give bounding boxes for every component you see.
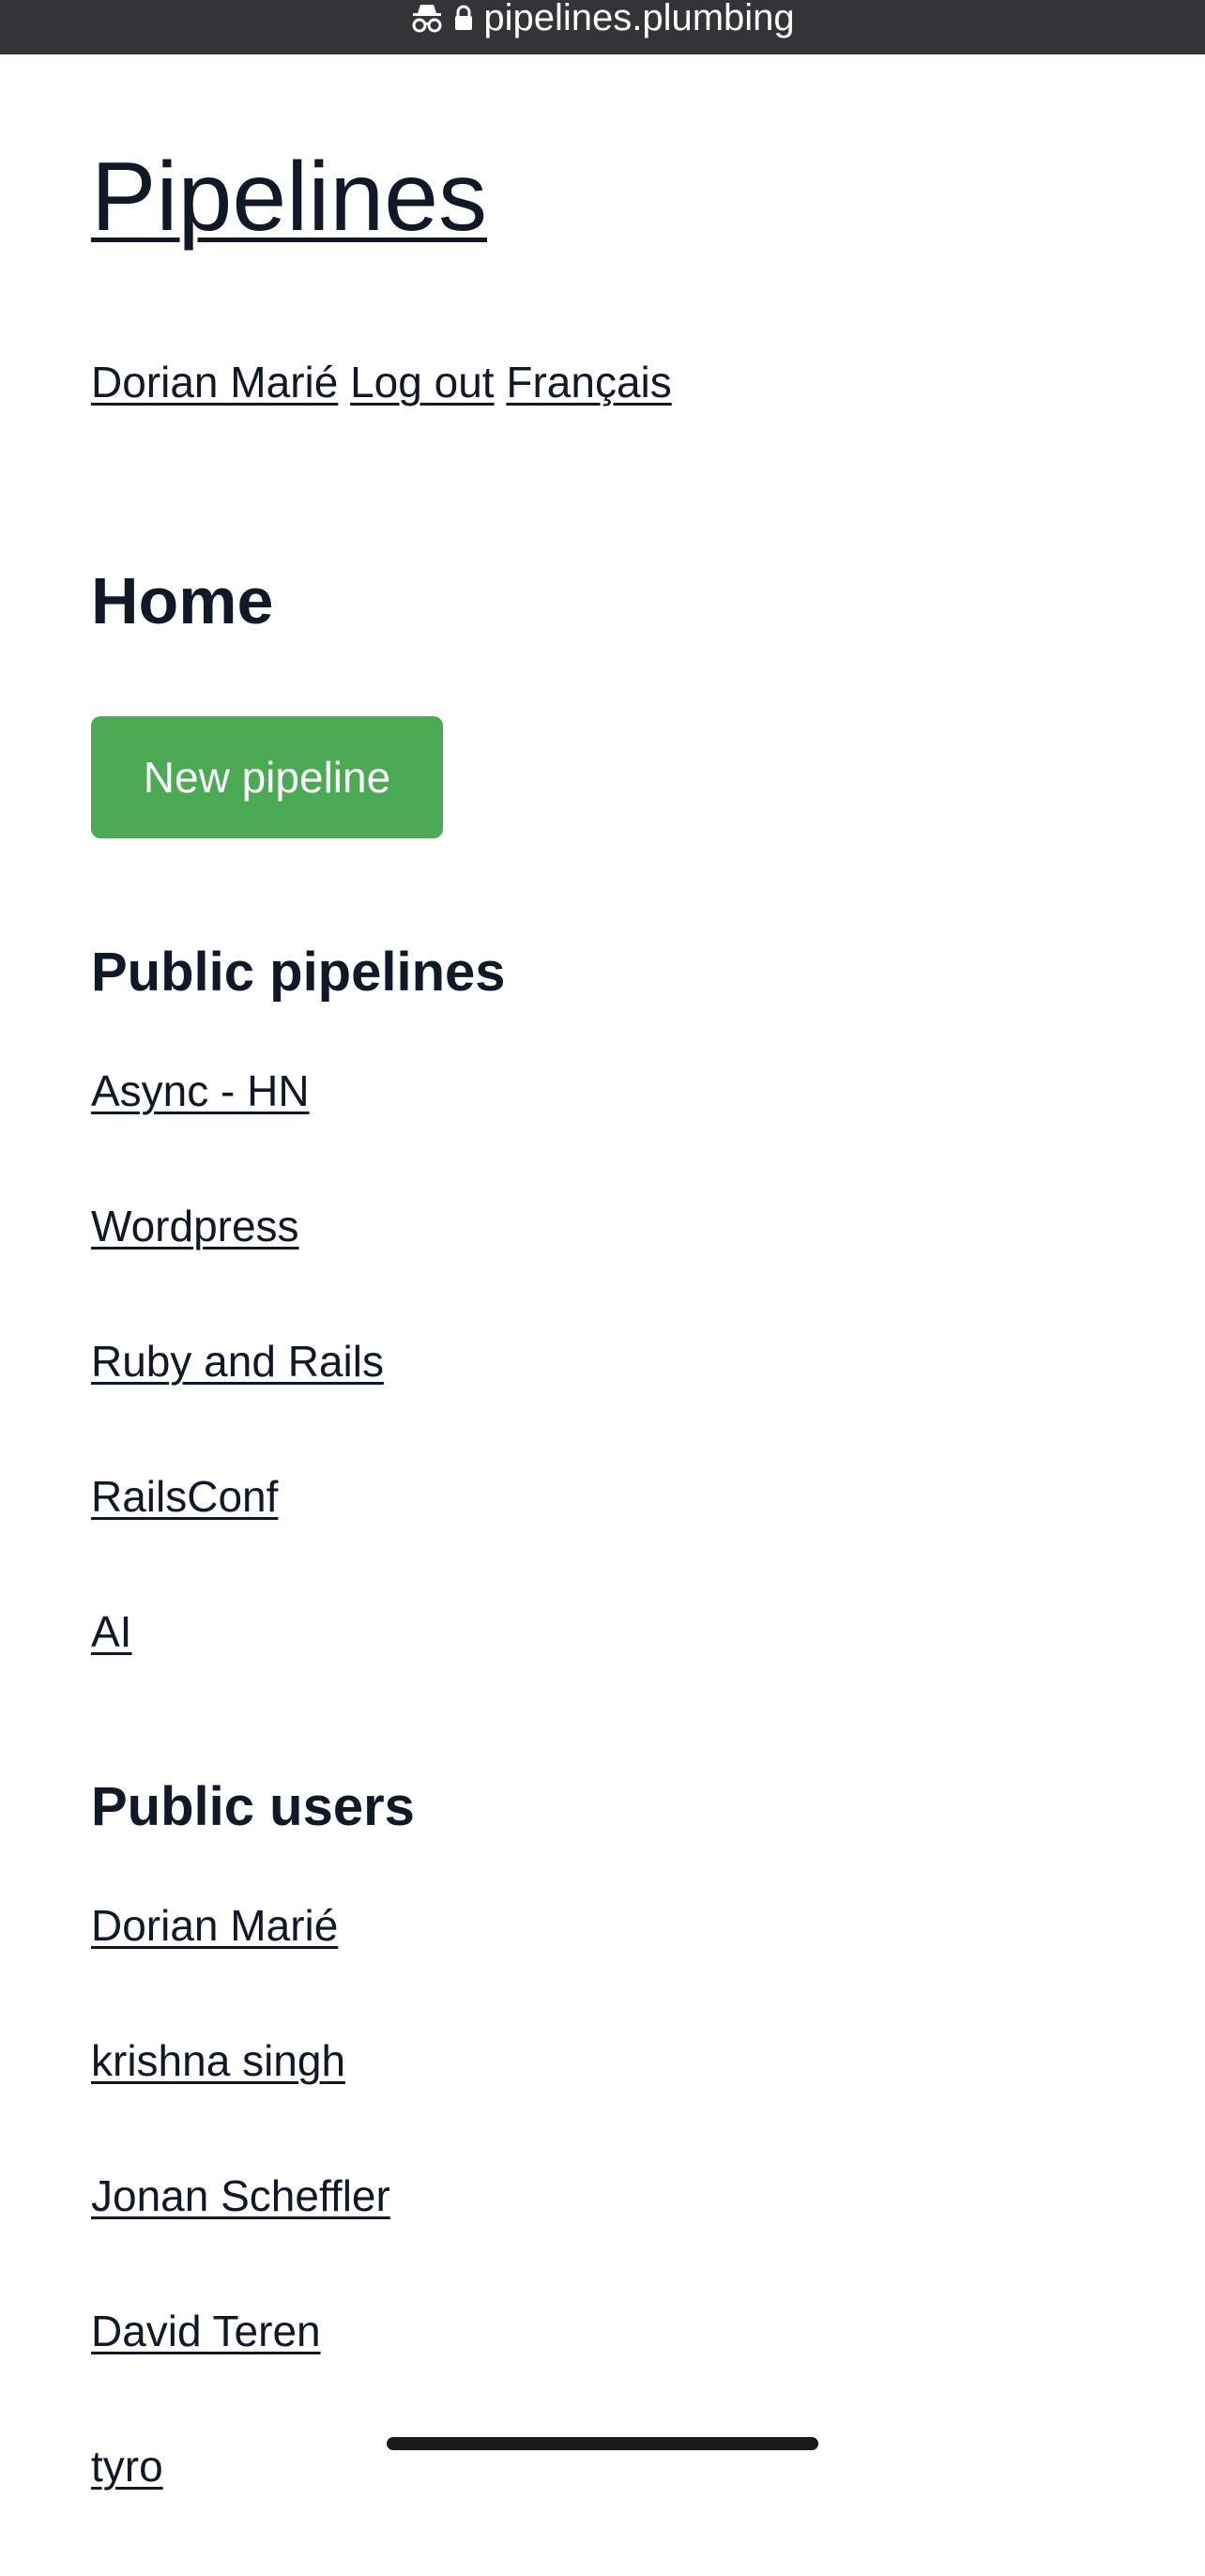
public-pipelines-list: Async - HN Wordpress Ruby and Rails Rail… xyxy=(91,1066,384,1741)
incognito-icon xyxy=(410,2,444,34)
url-text[interactable]: pipelines.plumbing xyxy=(483,0,794,37)
user-link[interactable]: Dorian Marié xyxy=(91,1901,338,1950)
pipeline-link[interactable]: AI xyxy=(91,1607,131,1656)
new-pipeline-button[interactable]: New pipeline xyxy=(91,716,443,838)
list-item: Dorian Marié xyxy=(91,1900,390,2035)
current-user-link[interactable]: Dorian Marié xyxy=(91,358,338,406)
user-link[interactable]: krishna singh xyxy=(91,2036,345,2085)
language-switch-link[interactable]: Français xyxy=(506,358,671,406)
public-users-heading: Public users xyxy=(91,1776,415,1837)
public-users-list: Dorian Marié krishna singh Jonan Scheffl… xyxy=(91,1900,390,2576)
page-title: Home xyxy=(91,564,274,637)
user-link[interactable]: David Teren xyxy=(91,2307,321,2355)
list-item: RailsConf xyxy=(91,1471,384,1606)
pipeline-link[interactable]: RailsConf xyxy=(91,1472,278,1521)
list-item: krishna singh xyxy=(91,2035,390,2170)
list-item: Async - HN xyxy=(91,1066,384,1201)
browser-address-bar[interactable]: pipelines.plumbing xyxy=(0,0,1205,54)
user-link[interactable]: tyro xyxy=(91,2442,163,2491)
home-indicator xyxy=(387,2437,818,2450)
site-title: Pipelines xyxy=(91,144,487,251)
list-item: tyro xyxy=(91,2441,390,2576)
lock-icon xyxy=(453,4,474,32)
list-item: AI xyxy=(91,1606,384,1741)
public-pipelines-heading: Public pipelines xyxy=(91,942,506,1003)
list-item: Jonan Scheffler xyxy=(91,2170,390,2306)
list-item: Wordpress xyxy=(91,1201,384,1336)
list-item: David Teren xyxy=(91,2306,390,2441)
logout-link[interactable]: Log out xyxy=(350,358,494,406)
pipeline-link[interactable]: Async - HN xyxy=(91,1066,310,1115)
user-nav: Dorian Marié Log out Français xyxy=(91,357,672,408)
site-title-link[interactable]: Pipelines xyxy=(91,143,487,252)
user-link[interactable]: Jonan Scheffler xyxy=(91,2171,390,2220)
list-item: Ruby and Rails xyxy=(91,1336,384,1471)
pipeline-link[interactable]: Wordpress xyxy=(91,1202,299,1250)
pipeline-link[interactable]: Ruby and Rails xyxy=(91,1337,384,1386)
